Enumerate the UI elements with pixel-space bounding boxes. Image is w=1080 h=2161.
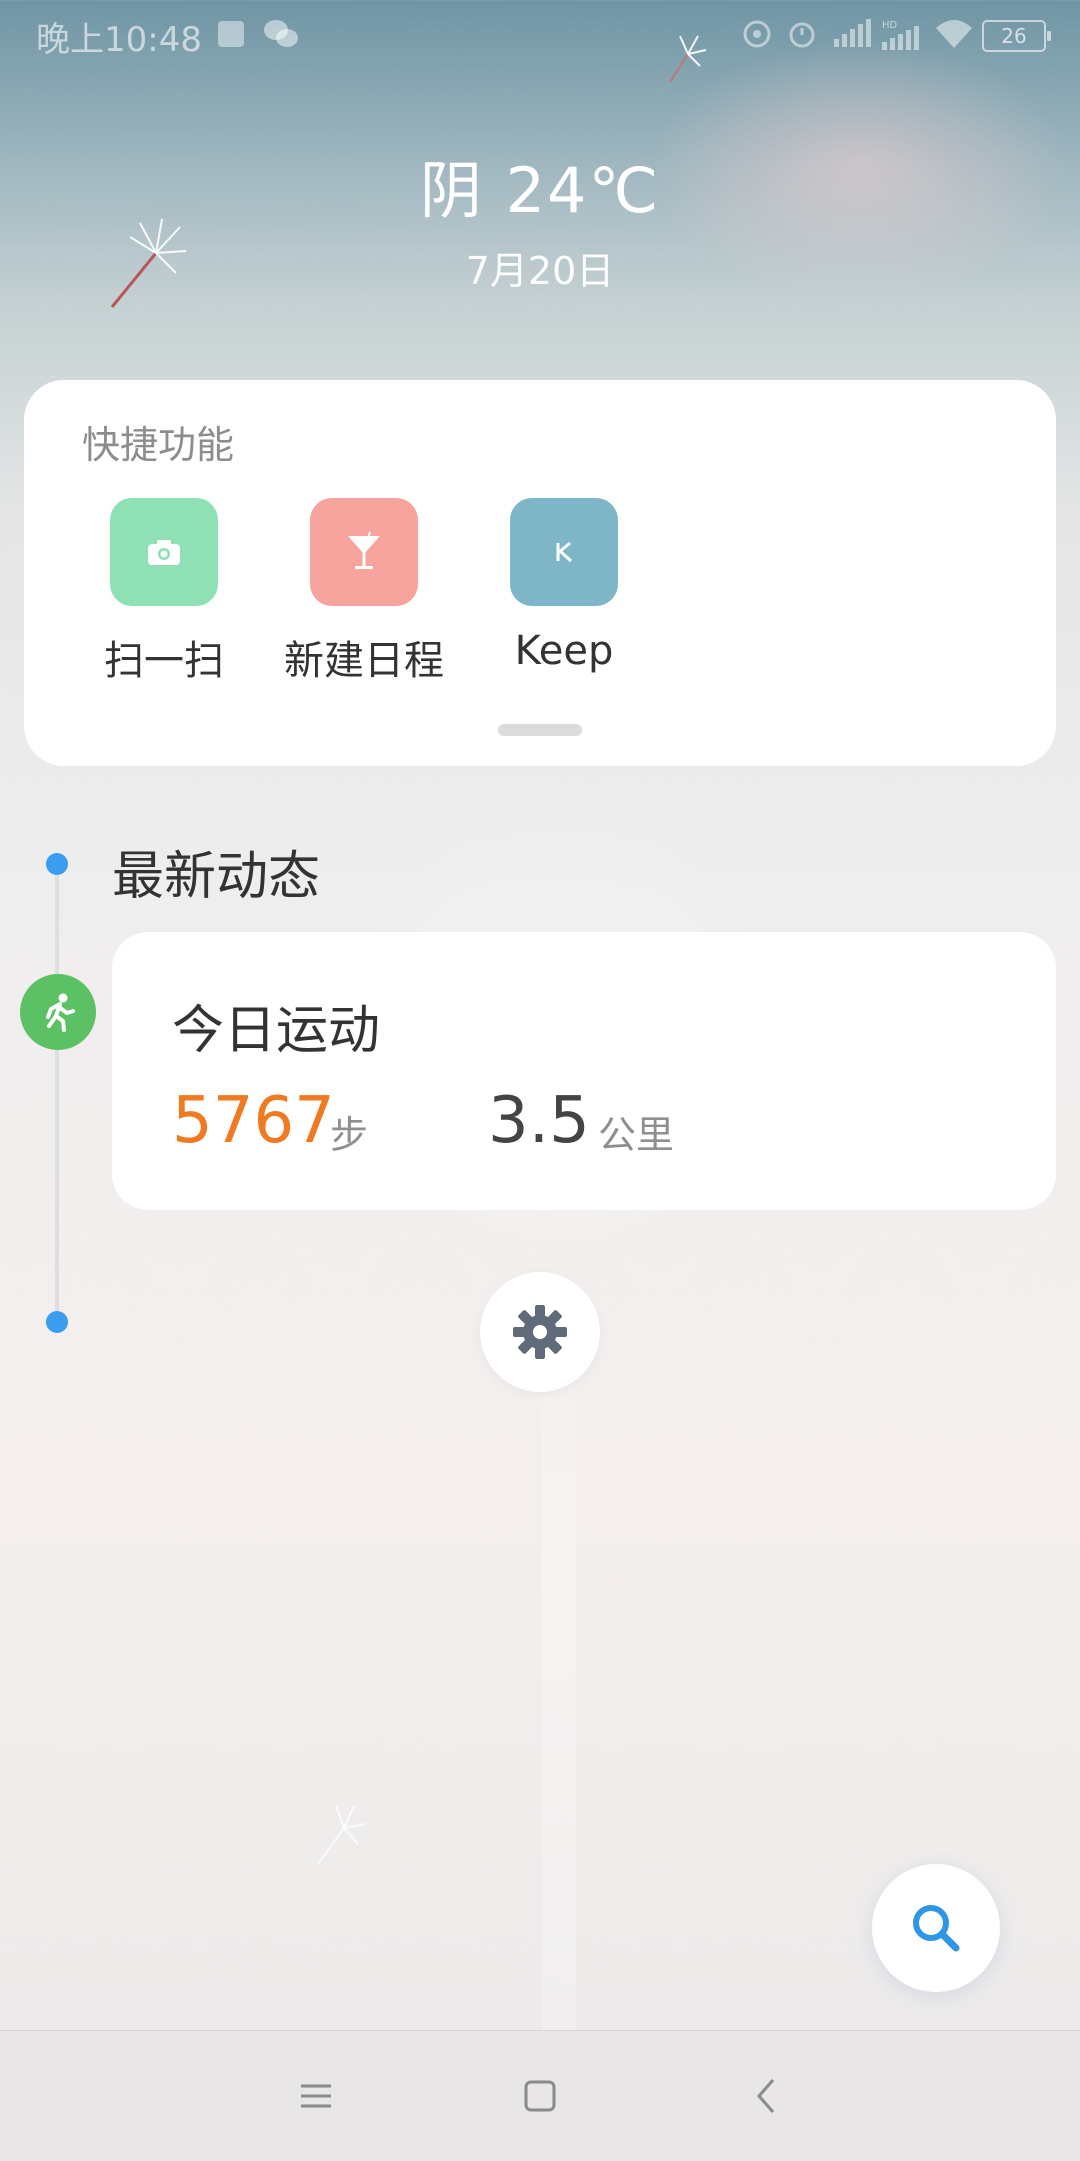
home-icon [524, 2080, 556, 2112]
search-icon [913, 1905, 960, 1952]
gear-icon [513, 1305, 567, 1359]
timeline-dot [46, 853, 68, 875]
hd-signal-icon: HD [880, 18, 924, 61]
latest-updates-title: 最新动态 [112, 847, 321, 907]
quick-item-new-schedule[interactable]: 新建日程 [264, 498, 464, 686]
home-button[interactable] [510, 2066, 570, 2126]
back-button[interactable] [736, 2066, 796, 2126]
notification-square-icon [216, 18, 246, 58]
quick-item-label: 新建日程 [284, 638, 444, 684]
distance-value: 3.5 [488, 1084, 590, 1158]
settings-button[interactable] [480, 1272, 600, 1392]
quick-functions-title: 快捷功能 [82, 423, 235, 467]
quick-item-scan[interactable]: 扫一扫 [64, 498, 264, 686]
wifi-icon [934, 18, 974, 59]
steps-value: 5767 [172, 1084, 335, 1158]
quick-item-keep[interactable]: Keep [464, 498, 664, 674]
steps-unit: 步 [330, 1113, 369, 1157]
quick-item-label: Keep [514, 628, 614, 674]
alarm-icon [786, 18, 818, 59]
weather-date: 7月20日 [465, 249, 615, 293]
status-time: 晚上10:48 [36, 20, 202, 60]
exercise-card-title: 今日运动 [172, 1001, 381, 1061]
running-icon [20, 974, 96, 1050]
keep-k-icon [510, 498, 618, 606]
search-button[interactable] [872, 1864, 1000, 1992]
battery-icon: 26 [982, 20, 1051, 52]
back-icon [757, 2079, 775, 2113]
camera-icon [110, 498, 218, 606]
menu-icon [301, 2084, 331, 2108]
status-bar: 晚上10:48 HD 26 [0, 0, 1080, 70]
timeline-line [55, 870, 59, 1322]
svg-text:HD: HD [882, 20, 898, 31]
quick-item-label: 扫一扫 [104, 638, 224, 684]
distance-unit: 公里 [598, 1113, 675, 1157]
timeline-dot [46, 1311, 68, 1333]
quick-functions-card: 快捷功能 扫一扫 新建日程 Keep [24, 380, 1056, 766]
wechat-icon [262, 18, 300, 59]
menu-button[interactable] [286, 2066, 346, 2126]
today-exercise-card[interactable]: 今日运动 5767 步 3.5 公里 [112, 932, 1056, 1210]
expand-handle[interactable] [498, 724, 582, 736]
navigation-bar [0, 2030, 1080, 2161]
dandelion-seed-decoration [317, 1805, 367, 1865]
dandelion-stem-background [542, 1340, 576, 2040]
weather-condition-temperature[interactable]: 阴 24℃ [0, 140, 1080, 230]
hotspot-icon [742, 18, 772, 58]
cocktail-icon [310, 498, 418, 606]
signal-icon [832, 18, 872, 58]
